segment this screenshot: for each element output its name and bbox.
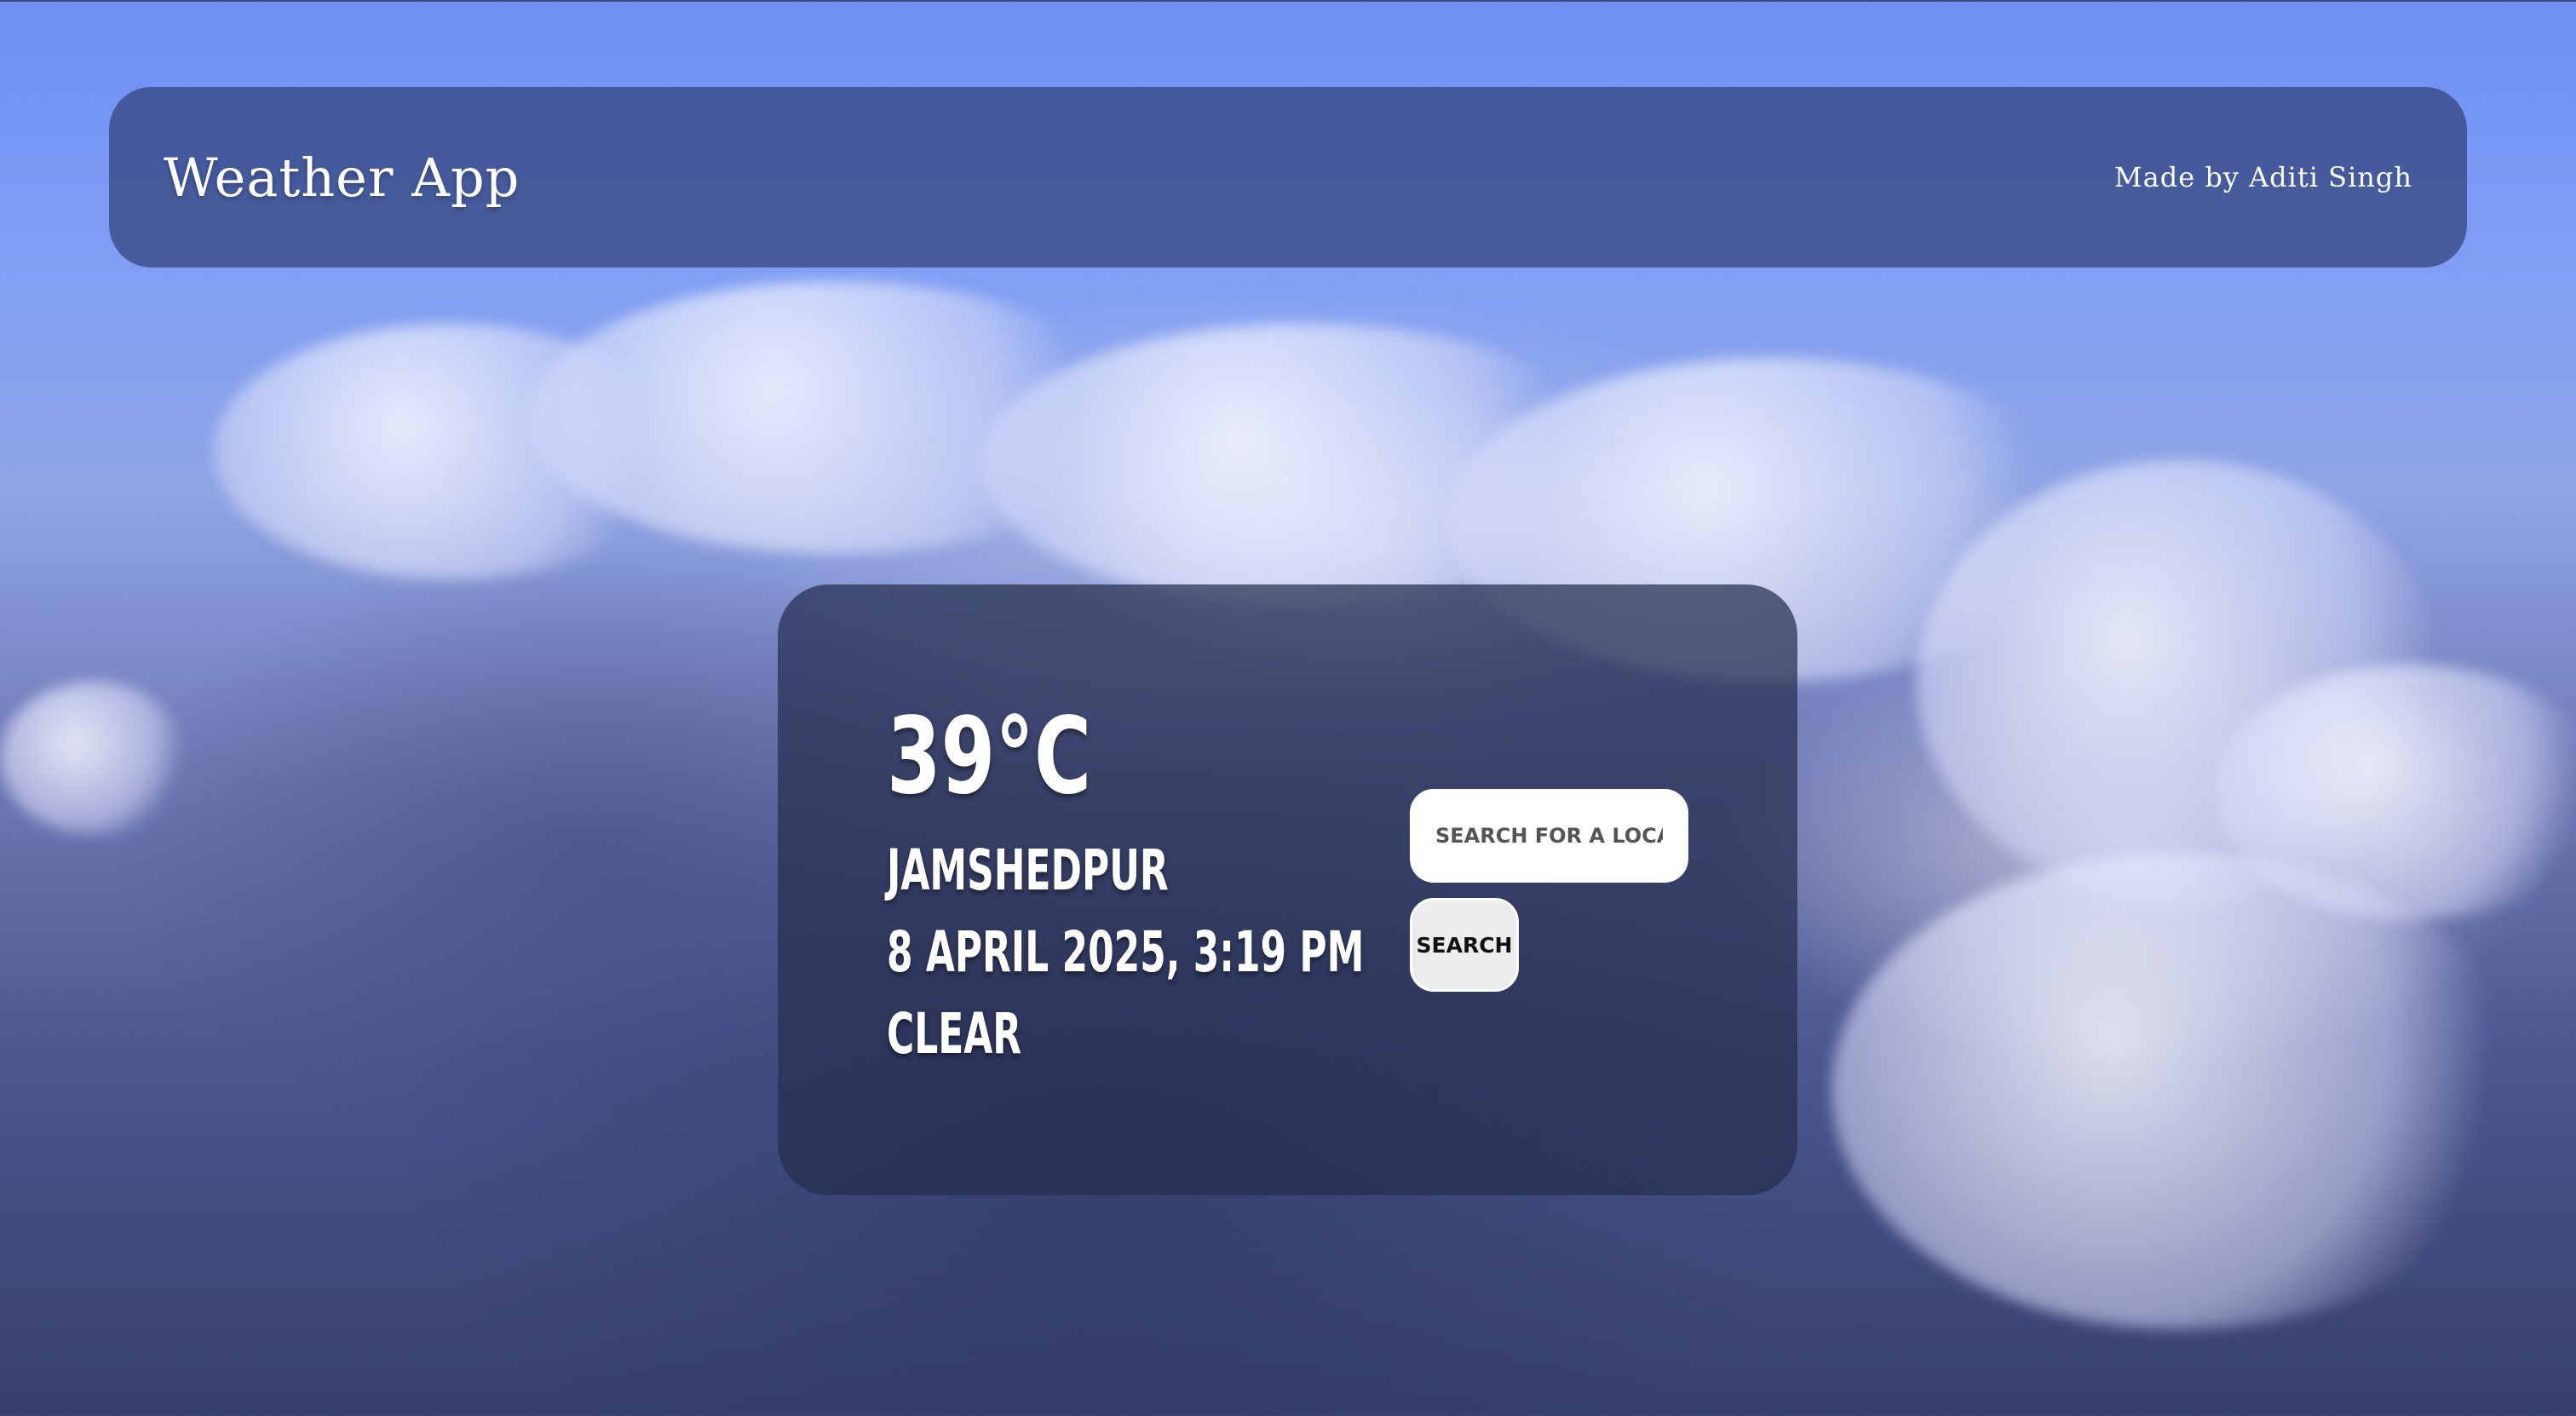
search-location-input[interactable] [1410,789,1688,883]
author-credit: Made by Aditi Singh [2113,161,2412,193]
location-name: JAMSHEDPUR [887,838,1169,903]
app-title: Weather App [164,146,520,209]
window-top-border [0,0,2576,2]
temperature-value: 39°C [887,695,1092,818]
weather-info: 39°C JAMSHEDPUR 8 APRIL 2025, 3:19 PM CL… [887,704,1532,1075]
search-button[interactable]: SEARCH [1410,898,1519,992]
top-navbar: Weather App Made by Aditi Singh [109,87,2467,268]
weather-card: 39°C JAMSHEDPUR 8 APRIL 2025, 3:19 PM CL… [778,584,1797,1195]
date-time: 8 APRIL 2025, 3:19 PM [887,919,1365,985]
weather-condition: CLEAR [887,1001,1022,1067]
